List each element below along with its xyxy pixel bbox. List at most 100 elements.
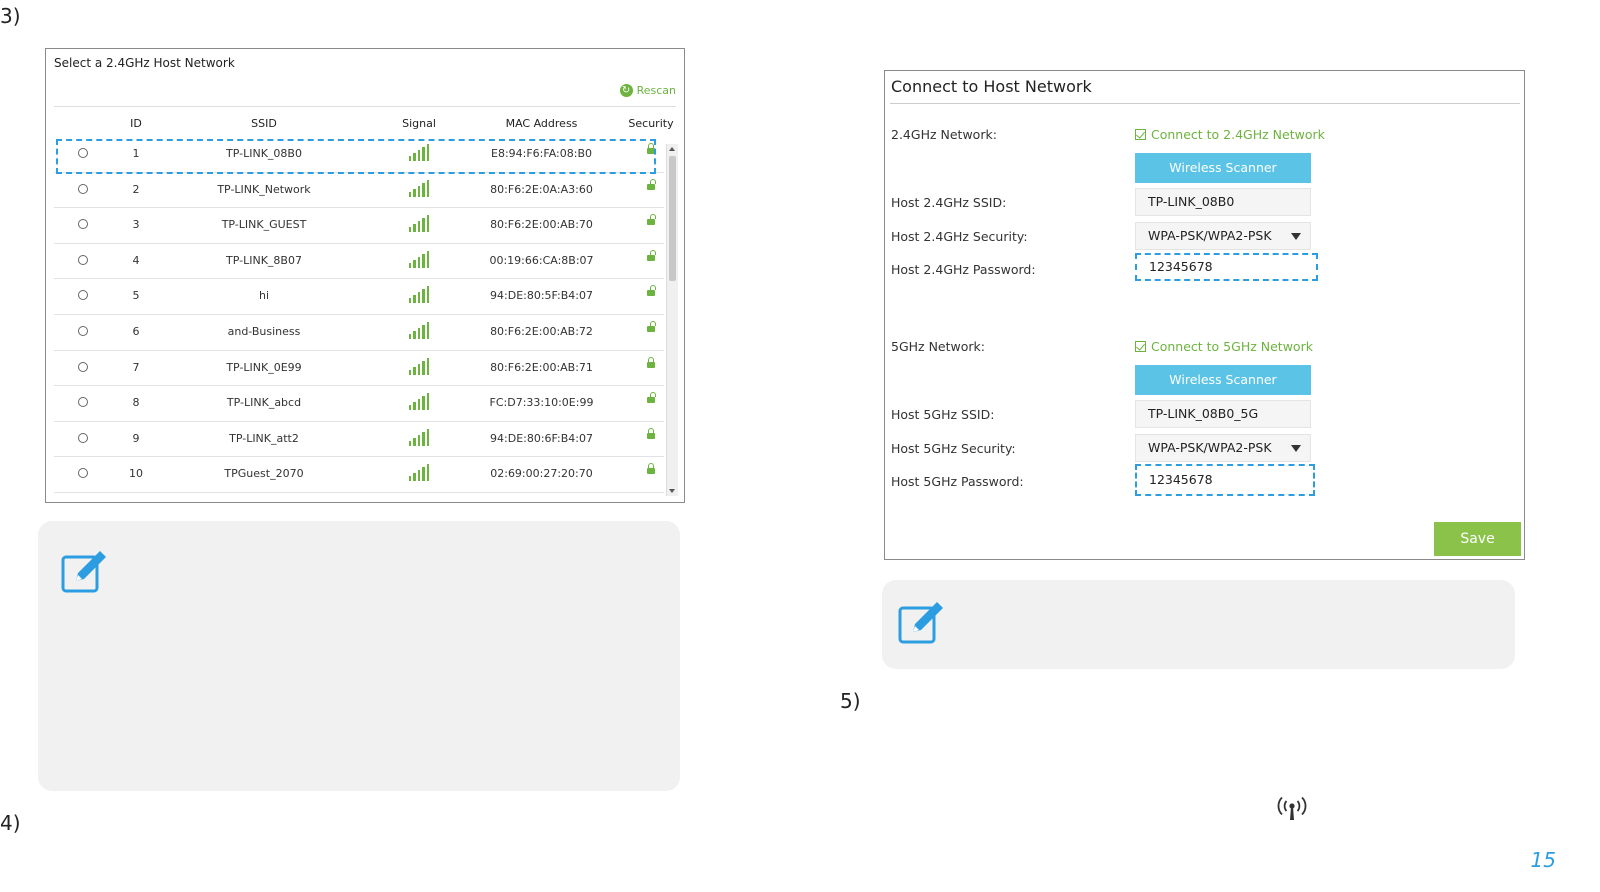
col-ssid: SSID <box>251 117 277 130</box>
pw5-label: Host 5GHz Password: <box>891 474 1024 489</box>
row-mac: FC:D7:33:10:0E:99 <box>489 396 594 410</box>
row-id: 5 <box>132 289 140 303</box>
unlock-icon <box>647 249 656 261</box>
row-ssid: TP-LINK_Network <box>217 182 311 196</box>
form-title: Connect to Host Network <box>891 77 1092 96</box>
row-ssid: TP-LINK_0E99 <box>226 360 302 374</box>
row-radio[interactable] <box>66 254 100 268</box>
note-edit-icon <box>61 551 106 593</box>
row-signal <box>384 321 454 342</box>
row-id: 9 <box>132 431 140 445</box>
wireless-scanner-24-button[interactable]: Wireless Scanner <box>1135 153 1311 183</box>
pw24-input[interactable]: 12345678 <box>1135 253 1318 281</box>
radio-icon <box>78 397 88 408</box>
table-row[interactable]: 10 TPGuest_2070 02:69:00:27:20:70 <box>54 457 664 493</box>
row-ssid: TP-LINK_GUEST <box>221 218 307 232</box>
sec5-select[interactable]: WPA-PSK/WPA2-PSK <box>1135 434 1311 462</box>
row-radio[interactable] <box>66 289 100 303</box>
table-row[interactable]: 3 TP-LINK_GUEST 80:F6:2E:00:AB:70 <box>54 208 664 244</box>
note-box-right <box>882 580 1515 669</box>
signal-bars-icon <box>408 179 430 197</box>
connect-24-label: Connect to 2.4GHz Network <box>1151 127 1325 142</box>
row-mac: 80:F6:2E:00:AB:72 <box>490 324 593 338</box>
refresh-icon: ↻ <box>619 84 633 97</box>
row-radio[interactable] <box>66 467 100 481</box>
radio-icon <box>78 361 88 372</box>
note-box-left <box>38 521 680 791</box>
row-ssid: and-Business <box>227 324 301 338</box>
signal-bars-icon <box>408 357 430 375</box>
signal-bars-icon <box>408 286 430 304</box>
radio-icon <box>78 254 88 265</box>
row-radio[interactable] <box>66 183 100 197</box>
connect-5-checkbox[interactable]: Connect to 5GHz Network <box>1135 339 1313 354</box>
wireless-signal-icon <box>1277 796 1307 820</box>
scroll-thumb[interactable] <box>669 156 676 281</box>
radio-icon <box>78 219 88 230</box>
lock-icon <box>647 356 655 368</box>
row-radio[interactable] <box>66 432 100 446</box>
table-row[interactable]: 6 and-Business 80:F6:2E:00:AB:72 <box>54 315 664 351</box>
row-signal <box>384 428 454 449</box>
col-signal: Signal <box>402 117 436 130</box>
row-signal <box>384 250 454 271</box>
row-radio[interactable] <box>66 396 100 410</box>
row-ssid: TPGuest_2070 <box>224 467 304 481</box>
table-row[interactable]: 4 TP-LINK_8B07 00:19:66:CA:8B:07 <box>54 244 664 280</box>
table-row[interactable]: 5 hi 94:DE:80:5F:B4:07 <box>54 279 664 315</box>
rescan-button[interactable]: ↻ Rescan <box>619 84 676 97</box>
row-mac: 80:F6:2E:00:AB:70 <box>490 218 593 232</box>
unlock-icon <box>647 214 656 226</box>
row-radio[interactable] <box>66 218 100 232</box>
connect-host-network-panel: Connect to Host Network 2.4GHz Network: … <box>884 70 1525 560</box>
row-ssid: TP-LINK_abcd <box>226 396 302 410</box>
table-body: 1 TP-LINK_08B0 E8:94:F6:FA:08:B0 2 TP-LINK_N… <box>54 137 664 493</box>
signal-bars-icon <box>408 464 430 482</box>
page-number: 15 <box>1530 848 1556 872</box>
signal-bars-icon <box>408 393 430 411</box>
scroll-up-icon[interactable] <box>669 147 675 151</box>
row-ssid: TP-LINK_att2 <box>229 431 299 445</box>
pw5-input[interactable]: 12345678 <box>1135 464 1315 496</box>
rescan-label: Rescan <box>636 84 676 97</box>
row-radio[interactable] <box>66 325 100 339</box>
row-mac: 94:DE:80:5F:B4:07 <box>490 289 593 303</box>
col-security: Security <box>628 117 674 130</box>
table-row[interactable]: 9 TP-LINK_att2 94:DE:80:6F:B4:07 <box>54 422 664 458</box>
connect-5-label: Connect to 5GHz Network <box>1151 339 1313 354</box>
ssid24-label: Host 2.4GHz SSID: <box>891 195 1007 210</box>
wireless-scanner-5-button[interactable]: Wireless Scanner <box>1135 365 1311 395</box>
table-row[interactable]: 2 TP-LINK_Network 80:F6:2E:0A:A3:60 <box>54 173 664 209</box>
signal-bars-icon <box>408 321 430 339</box>
checkbox-checked-icon <box>1135 129 1146 140</box>
row-id: 7 <box>132 360 140 374</box>
ssid5-input[interactable]: TP-LINK_08B0_5G <box>1135 400 1311 428</box>
step-5-label: 5) <box>840 689 861 713</box>
ssid5-label: Host 5GHz SSID: <box>891 407 995 422</box>
col-mac: MAC Address <box>505 117 578 130</box>
signal-bars-icon <box>408 428 430 446</box>
radio-icon <box>78 183 88 194</box>
row-radio[interactable] <box>66 361 100 375</box>
save-button[interactable]: Save <box>1434 522 1521 556</box>
sec24-value: WPA-PSK/WPA2-PSK <box>1148 228 1272 243</box>
scroll-down-icon[interactable] <box>669 489 675 493</box>
signal-bars-icon <box>408 250 430 268</box>
row-mac: 02:69:00:27:20:70 <box>490 467 593 481</box>
connect-24-checkbox[interactable]: Connect to 2.4GHz Network <box>1135 127 1325 142</box>
scanner-title: Select a 2.4GHz Host Network <box>54 56 235 70</box>
table-scrollbar[interactable] <box>666 144 678 496</box>
table-row[interactable]: 7 TP-LINK_0E99 80:F6:2E:00:AB:71 <box>54 351 664 387</box>
row-id: 4 <box>132 253 140 267</box>
radio-icon <box>78 468 88 479</box>
selected-row-highlight <box>56 139 656 174</box>
row-signal <box>384 215 454 235</box>
col-id: ID <box>130 117 142 130</box>
row-mac: 00:19:66:CA:8B:07 <box>489 253 594 267</box>
sec24-select[interactable]: WPA-PSK/WPA2-PSK <box>1135 222 1311 250</box>
checkbox-checked-icon <box>1135 341 1146 352</box>
row-ssid: hi <box>258 289 270 303</box>
unlock-icon <box>647 320 656 332</box>
ssid24-input[interactable]: TP-LINK_08B0 <box>1135 188 1311 216</box>
table-row[interactable]: 8 TP-LINK_abcd FC:D7:33:10:0E:99 <box>54 386 664 422</box>
